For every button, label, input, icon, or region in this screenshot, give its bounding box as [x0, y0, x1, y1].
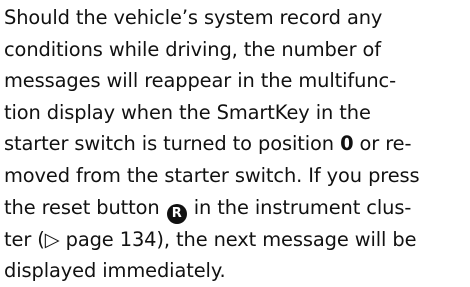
text-line-7-end: in the instrument clus-: [187, 195, 412, 219]
text-line-3: messages will reappear in the multifunc-: [4, 69, 396, 93]
text-line-5-end: or re-: [353, 132, 412, 156]
text-line-5-start: starter switch is turned to position: [4, 132, 341, 156]
text-line-4: tion display when the SmartKey in the: [4, 100, 371, 124]
text-line-7: the reset button R in the instrument clu…: [4, 192, 470, 224]
reset-button-icon: R: [166, 203, 187, 224]
text-line-7-start: the reset button: [4, 195, 166, 219]
text-line-5: starter switch is turned to position 0 o…: [4, 128, 470, 160]
text-line-2: conditions while driving, the number of: [4, 37, 382, 61]
text-line-8: ter (▷ page 134), the next message will …: [4, 227, 417, 251]
ignition-position-value: 0: [340, 132, 354, 156]
text-line-1: Should the vehicle’s system record any: [4, 6, 383, 29]
text-line-6: moved from the starter switch. If you pr…: [4, 163, 420, 187]
manual-paragraph: Should the vehicle’s system record any c…: [4, 2, 470, 287]
text-line-9: displayed immediately.: [4, 259, 226, 283]
